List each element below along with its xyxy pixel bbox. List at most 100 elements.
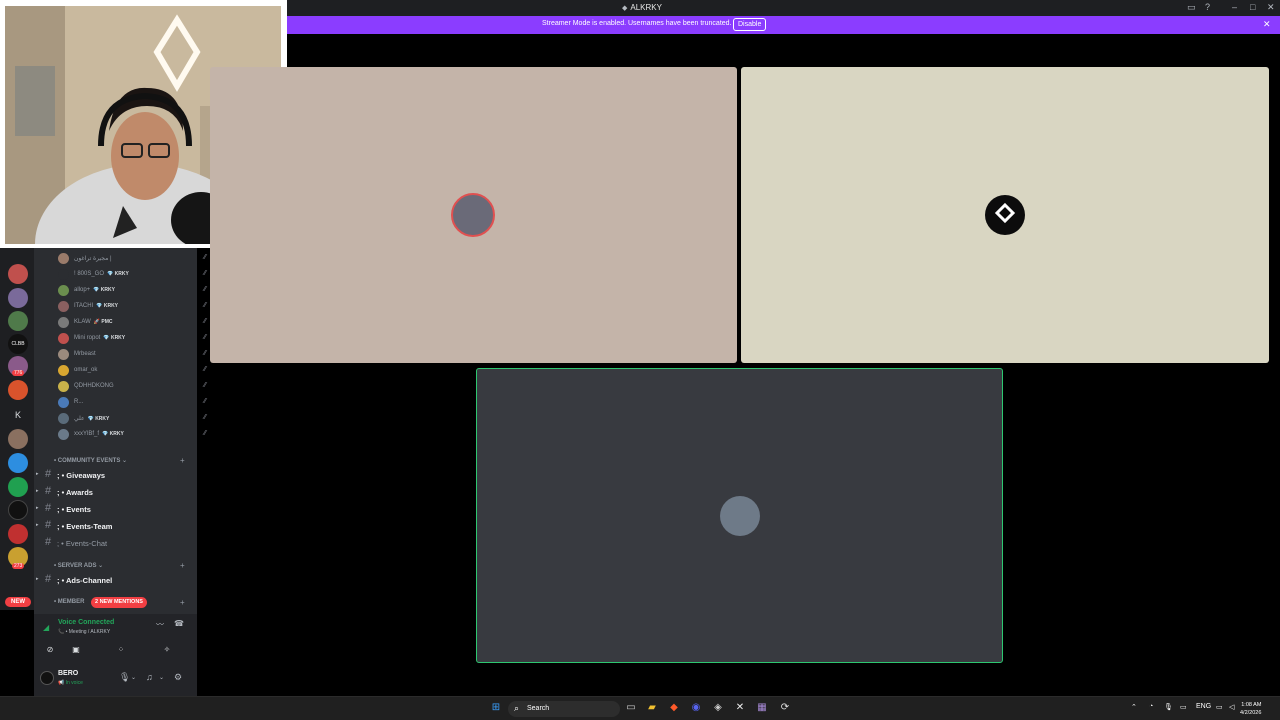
username[interactable]: BERO [58,670,78,677]
voice-member[interactable]: مجيرة تراغون | ⁄⁄ [58,251,206,265]
hashtag-icon: # [45,573,52,585]
new-mentions-pill[interactable]: 2 NEW MENTIONS [91,597,147,608]
voice-member[interactable]: allop+ 💎 KRKY ⁄⁄ [58,283,206,297]
avatar[interactable] [451,193,495,237]
clock[interactable]: 1:08 AM 4/2/2026 [1240,701,1261,717]
channel-label: ; • Events-Chat [57,539,108,548]
member-name: R... [74,399,84,405]
server-icon[interactable]: CLBB [8,334,28,354]
server-icon[interactable] [8,264,28,284]
voice-location[interactable]: 📞 • Meeting / ALKRKY [58,629,110,635]
disable-streamer-mode-button[interactable]: Disable [733,18,767,31]
screen-share-icon[interactable]: ▣ [58,642,94,658]
server-icon: ◆ [622,5,628,12]
server-icon[interactable] [8,288,28,308]
help-icon[interactable]: ? [1205,2,1210,12]
server-icon[interactable] [8,311,28,331]
settings-gear-icon[interactable]: ⚙ [174,672,182,683]
add-channel-icon[interactable]: + [180,456,185,465]
member-name: علي 💎 KRKY [74,416,110,422]
text-channel[interactable]: ▸ # ; • Giveaways [34,467,197,483]
voice-member[interactable]: KLAW 🚀 PMC ⁄⁄ [58,315,206,329]
text-channel[interactable]: # ; • Events-Chat [34,535,197,551]
server-icon[interactable] [8,453,28,473]
avatar [58,269,69,280]
taskbar-search[interactable]: ⌕ Search [508,701,620,717]
voice-member[interactable]: ! 800S_GO 💎 KRKY ⁄⁄ [58,267,206,281]
member-name: omar_ok [74,367,98,373]
unread-badge: 776 [12,370,25,376]
discord-icon[interactable]: ◉ [689,701,703,715]
member-tag: 💎 KRKY [93,287,115,293]
add-channel-icon[interactable]: + [180,561,185,570]
member-tag: 💎 KRKY [96,303,119,309]
text-channel[interactable]: ▸ # ; • Awards [34,484,197,500]
participant-tile[interactable] [741,67,1269,363]
headphones-icon[interactable]: ♫ [146,672,153,682]
chevron-up-icon[interactable]: ⌃ [1131,703,1137,711]
soundboard-icon[interactable]: ✧ [149,642,185,658]
chevron-down-icon[interactable]: ⌄ [131,674,136,681]
microphone-icon[interactable]: 🎙 [119,672,130,683]
chevron-down-icon[interactable]: ⌄ [159,674,164,681]
browser-icon[interactable]: ◆ [667,701,681,715]
server-icon[interactable]: K [8,405,28,425]
close-icon[interactable]: ✕ [1267,2,1275,13]
noise-suppression-icon[interactable]: 〰 [156,619,164,630]
network-icon[interactable]: ▭ [1216,703,1223,711]
tray-app-icon[interactable]: ▭ [1180,703,1187,711]
category-members[interactable]: • MEMBER + [54,598,185,607]
text-channel[interactable]: ▸ # ; • Ads-Channel [34,572,197,588]
microphone-icon[interactable]: 🎙 [1164,703,1173,711]
text-channel[interactable]: ▸ # ; • Events [34,501,197,517]
language-indicator[interactable]: ENG [1196,703,1211,710]
voice-member[interactable]: omar_ok ⁄⁄ [58,363,206,377]
windows-start-icon[interactable]: ⊞ [489,701,503,715]
unread-indicator-icon: ▸ [36,505,39,511]
app-icon[interactable]: ▦ [755,701,769,715]
voice-member[interactable]: QDHHDKONG ⁄⁄ [58,379,206,393]
server-icon[interactable] [8,500,28,520]
disconnect-icon[interactable]: ☎ [174,619,184,628]
avatar[interactable] [985,195,1025,235]
signal-icon[interactable]: ◢ [43,623,49,632]
participant-tile-speaking[interactable] [476,368,1003,663]
streamer-mode-banner: Streamer Mode is enabled. Usernames have… [287,16,1280,34]
avatar[interactable] [720,496,760,536]
voice-member[interactable]: R... ⁄⁄ [58,395,206,409]
minimize-icon[interactable]: – [1232,2,1237,12]
voice-member[interactable]: Mrbeast ⁄⁄ [58,347,206,361]
app-icon[interactable]: ✕ [733,701,747,715]
member-name: ! 800S_GO 💎 KRKY [74,271,129,277]
server-icon[interactable] [8,429,28,449]
tray-app-icon[interactable]: ◔ [1149,703,1153,710]
channel-label: ; • Giveaways [57,471,106,480]
maximize-icon[interactable]: □ [1250,2,1255,12]
search-icon: ⌕ [514,703,520,713]
server-icon[interactable] [8,477,28,497]
text-channel[interactable]: ▸ # ; • Events-Team [34,518,197,534]
server-icon[interactable] [8,380,28,400]
banner-close-icon[interactable]: ✕ [1263,19,1271,30]
category-community-events[interactable]: • COMMUNITY EVENTS ⌄ + [54,456,185,465]
avatar [58,413,69,424]
add-channel-icon[interactable]: + [180,598,185,607]
avatar[interactable] [40,671,54,685]
voice-member[interactable]: علي 💎 KRKY ⁄⁄ [58,411,206,425]
activities-icon[interactable]: ⁘ [103,642,139,658]
participant-tile[interactable] [210,67,737,363]
new-unreads-badge[interactable]: NEW [5,597,31,607]
volume-icon[interactable]: ◁ [1229,703,1234,711]
app-icon[interactable]: ⟳ [778,701,792,715]
file-explorer-icon[interactable]: ▰ [645,701,659,715]
server-icon[interactable] [8,524,28,544]
voice-member[interactable]: xxxYlBf_f 💎 KRKY ⁄⁄ [58,427,206,441]
picture-in-picture-icon[interactable]: ▭ [1187,2,1196,13]
category-server-ads[interactable]: • SERVER ADS ⌄ + [54,561,185,570]
avatar [58,365,69,376]
voice-status[interactable]: Voice Connected [58,619,114,626]
voice-member[interactable]: Mini ropot 💎 KRKY ⁄⁄ [58,331,206,345]
voice-member[interactable]: ITACHI 💎 KRKY ⁄⁄ [58,299,206,313]
app-icon[interactable]: ◈ [711,701,725,715]
task-view-icon[interactable]: ▭ [624,701,638,715]
